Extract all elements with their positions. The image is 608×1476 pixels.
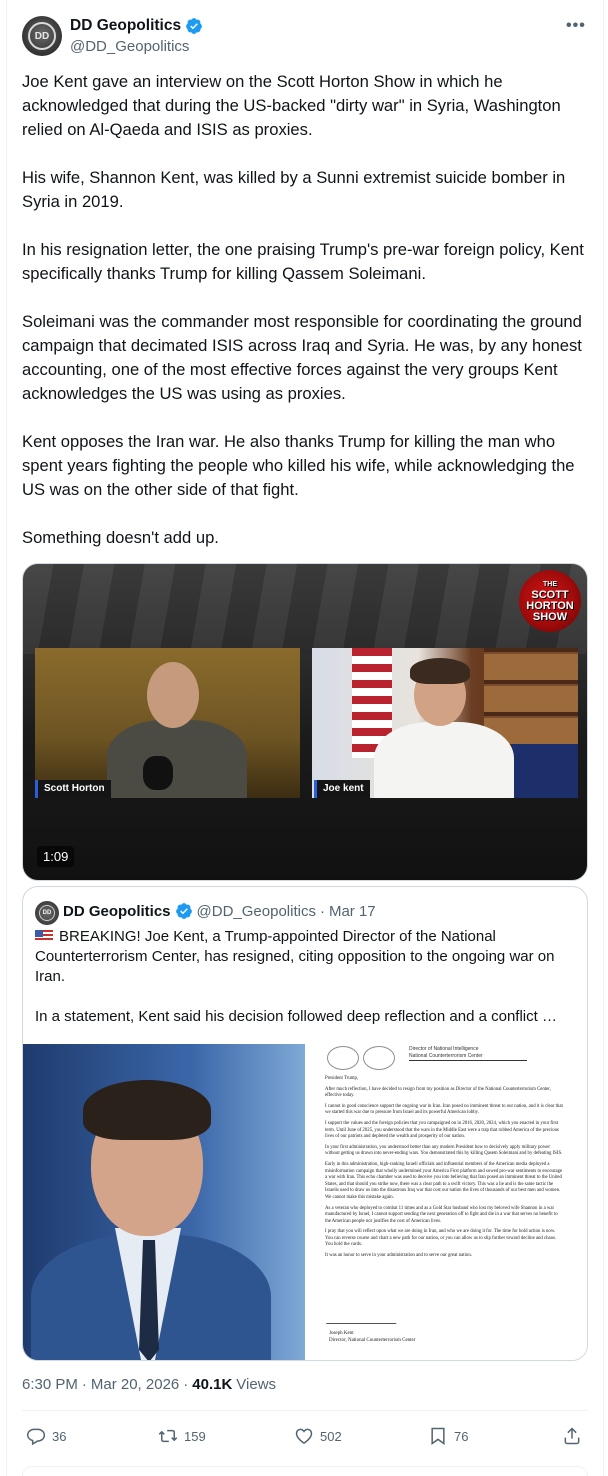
quote-separator: ·: [319, 902, 325, 920]
tweet-meta: 6:30 PM · Mar 20, 2026 · 40.1K Views: [22, 1376, 276, 1393]
repost-icon: [158, 1429, 178, 1443]
tweet-paragraph: Joe Kent gave an interview on the Scott …: [22, 72, 561, 139]
us-flag-emoji-icon: [35, 930, 53, 942]
letter-header-rule: [409, 1060, 527, 1061]
action-bar: 36 159 502 76: [22, 1426, 588, 1450]
verified-badge-icon: [186, 18, 202, 34]
letter-header-line2: National Counterterrorism Center: [409, 1053, 483, 1059]
letter-paragraph: After much reflection, I have decided to…: [325, 1086, 551, 1099]
views-label: Views: [236, 1376, 277, 1393]
bookmark-button[interactable]: 76: [428, 1426, 468, 1446]
letter-paragraph: I pray that you will reflect upon what w…: [325, 1229, 557, 1248]
letter-sign-name: Joseph Kent: [329, 1331, 354, 1336]
like-button[interactable]: 502: [294, 1426, 342, 1446]
quote-text-truncated: In a statement, Kent said his decision f…: [35, 1008, 557, 1025]
seal-icon: [327, 1046, 359, 1070]
author-handle[interactable]: @DD_Geopolitics: [70, 38, 189, 55]
bookmark-icon: [431, 1427, 445, 1445]
logo-text-show: SHOW: [532, 611, 568, 623]
tweet-paragraph: Kent opposes the Iran war. He also thank…: [22, 432, 575, 499]
letter-signature: [326, 1308, 402, 1324]
tweet-text: Joe Kent gave an interview on the Scott …: [22, 70, 588, 574]
meta-separator: ·: [81, 1376, 87, 1393]
divider: [22, 1410, 588, 1411]
name-tag-left: Scott Horton: [35, 780, 111, 798]
author-avatar[interactable]: DD: [22, 16, 62, 56]
tweet-paragraph: In his resignation letter, the one prais…: [22, 240, 584, 283]
author-name[interactable]: DD Geopolitics: [70, 17, 181, 35]
video-panel-left: [35, 648, 300, 798]
joe-kent-photo[interactable]: [23, 1044, 305, 1360]
letter-body: President Trump, After much reflection, …: [325, 1076, 563, 1264]
tweet-paragraph: Soleimani was the commander most respons…: [22, 312, 582, 403]
meta-separator: ·: [183, 1376, 189, 1393]
video-panel-right: [312, 648, 578, 798]
quote-author-handle: @DD_Geopolitics: [196, 902, 316, 920]
reply-composer[interactable]: [22, 1466, 588, 1476]
letter-sign-title: Director, National Counterterrorism Cent…: [329, 1338, 416, 1343]
quote-text-breaking: BREAKING! Joe Kent, a Trump-appointed Di…: [35, 928, 555, 985]
seal-icon: [363, 1046, 395, 1070]
letter-header-line1: Director of National Intelligence: [409, 1046, 479, 1052]
speaker-head: [147, 662, 199, 728]
quote-author-name: DD Geopolitics: [63, 902, 171, 920]
flag-stars: [512, 744, 578, 798]
views-count: 40.1K: [192, 1376, 233, 1393]
letter-paragraph: I support the values and the foreign pol…: [325, 1120, 559, 1140]
tweet-paragraph: Something doesn't add up.: [22, 528, 219, 547]
quoted-tweet[interactable]: DD DD Geopolitics @DD_Geopolitics · Mar …: [22, 886, 588, 1361]
quote-avatar: DD: [35, 901, 59, 925]
avatar-logo: DD: [28, 22, 56, 50]
letter-header: Director of National Intelligence Nation…: [409, 1046, 483, 1060]
name-tag-right: Joe kent: [314, 780, 370, 798]
letter-salutation: President Trump,: [325, 1076, 359, 1081]
letter-signoff: Joseph Kent Director, National Counterte…: [329, 1330, 415, 1344]
photo-hair: [83, 1080, 211, 1140]
bookmark-count: 76: [454, 1428, 469, 1444]
flag-backdrop: [23, 564, 587, 654]
reply-icon: [26, 1428, 46, 1446]
scott-horton-show-logo: THE SCOTT HORTON SHOW: [519, 570, 581, 632]
letter-seals: [327, 1046, 395, 1070]
heart-icon: [295, 1428, 313, 1444]
letter-paragraph: It was an honor to serve in your adminis…: [325, 1253, 472, 1259]
quote-header: DD Geopolitics @DD_Geopolitics · Mar 17: [63, 902, 376, 920]
quote-avatar-logo: DD: [39, 905, 55, 921]
speaker-body: [107, 720, 247, 798]
like-count: 502: [320, 1428, 342, 1444]
reply-count: 36: [52, 1428, 67, 1444]
letter-paragraph: Early in this administration, high-ranki…: [325, 1161, 563, 1200]
video-player[interactable]: THE SCOTT HORTON SHOW Scott Horton Joe k…: [22, 563, 588, 881]
share-button[interactable]: [562, 1426, 582, 1446]
share-icon: [564, 1427, 580, 1445]
tweet-date[interactable]: Mar 20, 2026: [91, 1376, 179, 1393]
quote-date: Mar 17: [328, 902, 376, 920]
speaker-body: [374, 722, 514, 798]
letter-paragraph: In your first administration, you unders…: [325, 1144, 563, 1157]
tweet-time[interactable]: 6:30 PM: [22, 1376, 78, 1393]
letter-paragraph: As a veteran who deployed to combat 11 t…: [325, 1205, 558, 1224]
reply-button[interactable]: 36: [26, 1426, 66, 1446]
microphone: [143, 756, 173, 790]
quote-text: BREAKING! Joe Kent, a Trump-appointed Di…: [35, 927, 577, 1047]
resignation-letter-image[interactable]: Director of National Intelligence Nation…: [305, 1044, 587, 1360]
verified-badge-icon: [175, 903, 192, 919]
video-duration: 1:09: [37, 846, 75, 867]
letter-paragraph: I cannot in good conscience support the …: [325, 1103, 563, 1116]
author-name-row[interactable]: DD Geopolitics: [70, 17, 203, 35]
more-horizontal-icon[interactable]: •••: [566, 17, 586, 35]
speaker-hair: [410, 658, 470, 684]
tweet-paragraph: His wife, Shannon Kent, was killed by a …: [22, 168, 566, 211]
repost-button[interactable]: 159: [158, 1426, 206, 1446]
repost-count: 159: [184, 1428, 206, 1444]
